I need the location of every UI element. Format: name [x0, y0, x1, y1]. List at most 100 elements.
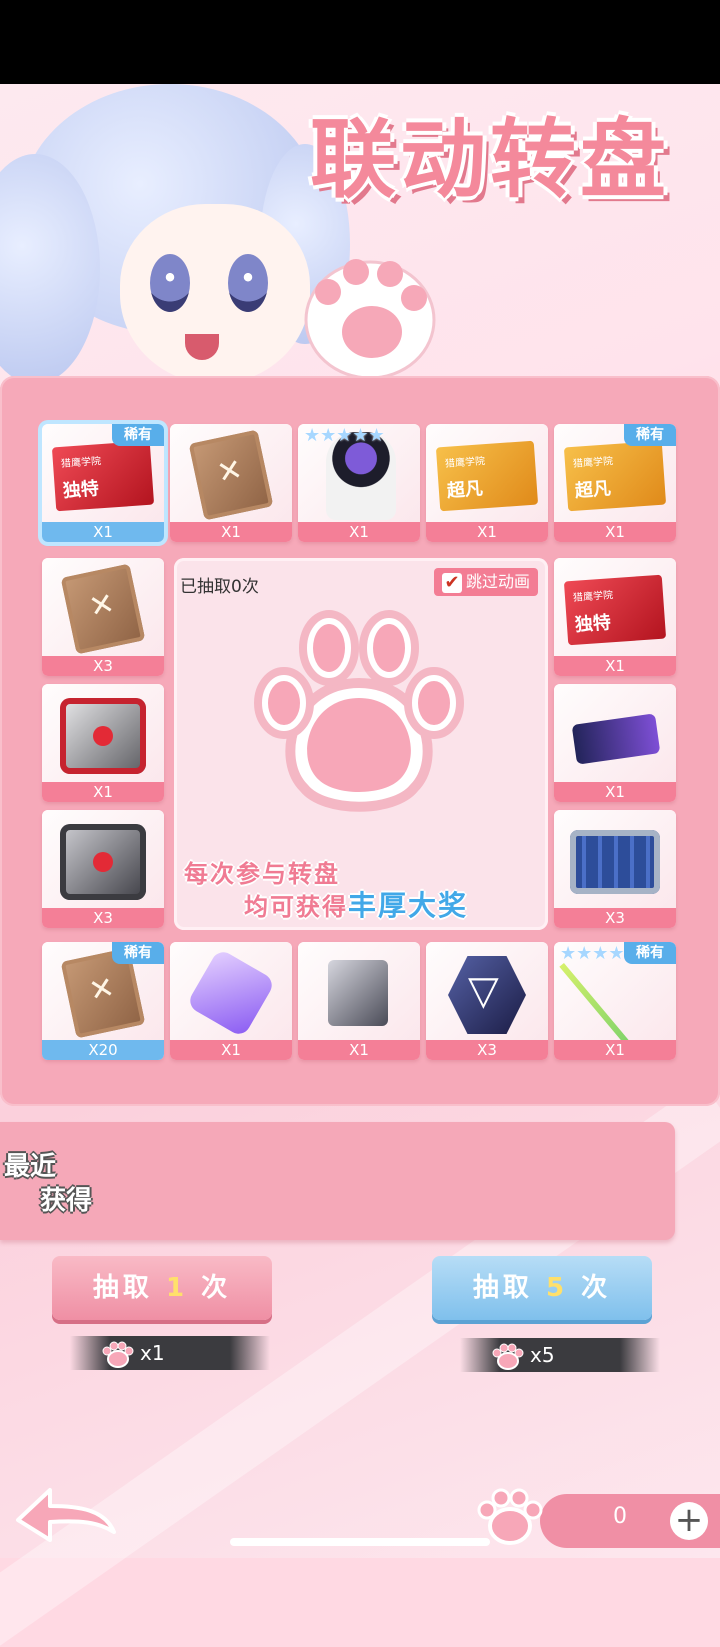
ticket-school: 猎鹰学院 — [572, 590, 614, 604]
reward-quantity: X1 — [426, 522, 548, 542]
reward-quantity: X1 — [298, 522, 420, 542]
reward-art — [170, 942, 292, 1042]
reward-cell[interactable]: ★★★★★稀有 X1 — [554, 942, 676, 1060]
paw-token-count: 0 — [613, 1504, 627, 1529]
gem-icon — [185, 947, 277, 1039]
reward-cell[interactable]: ★★★★★ X1 — [298, 424, 420, 542]
reward-quantity: X3 — [426, 1040, 548, 1060]
reward-quantity: X1 — [42, 782, 164, 802]
reward-quantity: X1 — [554, 656, 676, 676]
emblem-icon — [448, 956, 526, 1034]
paw-token-icon — [102, 1341, 134, 1368]
reward-cell[interactable]: 猎鹰学院 超凡 稀有 X1 — [554, 424, 676, 542]
promo-highlight: 丰厚大奖 — [348, 889, 469, 922]
reward-art — [170, 424, 292, 524]
recent-label-line1: 最近 — [4, 1152, 57, 1182]
home-indicator[interactable] — [230, 1538, 490, 1546]
reward-quantity: X3 — [42, 656, 164, 676]
reward-art — [42, 558, 164, 658]
paw-token-icon — [492, 1343, 524, 1370]
case-icon — [570, 830, 660, 894]
reward-cell[interactable]: X3 — [554, 810, 676, 928]
rare-badge: 稀有 — [624, 942, 676, 964]
center-panel: 已抽取0次 ✔ 跳过动画 每次参与转盘 均可获得丰厚大奖 — [174, 558, 548, 930]
star-rating: ★★★★★ — [304, 426, 385, 445]
ticket-grade: 独特 — [62, 478, 100, 502]
ticket-school: 猎鹰学院 — [572, 456, 614, 470]
draw-5-suffix: 次 — [581, 1273, 612, 1303]
reward-quantity: X3 — [42, 908, 164, 928]
rare-badge: 稀有 — [112, 424, 164, 446]
reward-cell[interactable]: X1 — [298, 942, 420, 1060]
back-arrow-icon[interactable] — [10, 1480, 120, 1550]
draw-5-cost-value: x5 — [530, 1343, 555, 1367]
reward-art — [554, 810, 676, 910]
crate-icon — [188, 429, 274, 521]
draw-1-cost: x1 — [70, 1336, 270, 1370]
reward-art: 猎鹰学院 超凡 — [426, 424, 548, 524]
draw-1-cost-value: x1 — [140, 1341, 165, 1365]
crate-icon — [60, 563, 146, 655]
promo-line-2: 均可获得丰厚大奖 — [244, 884, 468, 924]
reward-cell[interactable]: X1 — [170, 942, 292, 1060]
reward-cell[interactable]: 猎鹰学院 超凡 X1 — [426, 424, 548, 542]
reward-quantity: X1 — [298, 1040, 420, 1060]
reward-art — [298, 942, 420, 1042]
draw-5-button[interactable]: 抽取 5 次 — [432, 1256, 652, 1320]
paw-token-counter: 0 + — [540, 1494, 720, 1548]
ticket-icon: 猎鹰学院 超凡 — [435, 440, 539, 512]
ticket-school: 猎鹰学院 — [60, 456, 102, 470]
reward-cell[interactable]: X3 — [426, 942, 548, 1060]
reward-art — [42, 684, 164, 784]
reward-cell[interactable]: 稀有 X20 — [42, 942, 164, 1060]
reward-cell[interactable]: X3 — [42, 810, 164, 928]
page-title: 联动转盘 — [310, 110, 670, 210]
promo-line-2-prefix: 均可获得 — [244, 893, 348, 921]
rare-badge: 稀有 — [624, 424, 676, 446]
recent-label-line2: 获得 — [40, 1186, 93, 1216]
reward-quantity: X1 — [554, 1040, 676, 1060]
draw-1-suffix: 次 — [201, 1273, 232, 1303]
add-token-button[interactable]: + — [670, 1502, 708, 1540]
rod-icon — [559, 962, 635, 1052]
draw-1-button[interactable]: 抽取 1 次 — [52, 1256, 272, 1320]
reward-art — [554, 684, 676, 784]
ticket-grade: 独特 — [574, 612, 612, 636]
reward-quantity: X1 — [554, 782, 676, 802]
recent-rewards-label: 最近 获得 — [4, 1150, 114, 1218]
reward-cell[interactable]: X3 — [42, 558, 164, 676]
reward-art: 猎鹰学院 独特 — [554, 558, 676, 658]
reward-cell[interactable]: X1 — [554, 684, 676, 802]
chip-icon — [328, 960, 388, 1026]
ticket-grade: 超凡 — [446, 478, 484, 502]
reward-quantity: X20 — [42, 1040, 164, 1060]
ticket-icon: 猎鹰学院 独特 — [51, 440, 155, 512]
reward-quantity: X1 — [554, 522, 676, 542]
reward-quantity: X1 — [170, 1040, 292, 1060]
reward-cell[interactable]: X1 — [42, 684, 164, 802]
status-bar — [0, 0, 720, 84]
reward-cell[interactable]: X1 — [170, 424, 292, 542]
rare-badge: 稀有 — [112, 942, 164, 964]
draw-5-count: 5 — [545, 1273, 569, 1303]
draw-1-prefix: 抽取 — [92, 1273, 153, 1303]
card-icon — [571, 713, 661, 765]
reward-quantity: X3 — [554, 908, 676, 928]
reward-quantity: X1 — [42, 522, 164, 542]
ticket-grade: 超凡 — [574, 478, 612, 502]
reward-cell[interactable]: 猎鹰学院 独特 稀有 X1 — [42, 424, 164, 542]
draw-1-count: 1 — [165, 1273, 189, 1303]
supply-box-icon — [60, 698, 146, 774]
draw-5-cost: x5 — [460, 1338, 660, 1372]
draw-5-prefix: 抽取 — [472, 1273, 533, 1303]
ticket-school: 猎鹰学院 — [444, 456, 486, 470]
ticket-icon: 猎鹰学院 超凡 — [563, 440, 667, 512]
reward-art — [42, 810, 164, 910]
star-rating: ★★★★★ — [560, 944, 641, 963]
reward-art — [426, 942, 548, 1042]
paw-icon — [254, 610, 464, 812]
reward-cell[interactable]: 猎鹰学院 独特 X1 — [554, 558, 676, 676]
supply-box-icon — [60, 824, 146, 900]
reward-quantity: X1 — [170, 522, 292, 542]
paw-glove-icon — [304, 259, 436, 380]
